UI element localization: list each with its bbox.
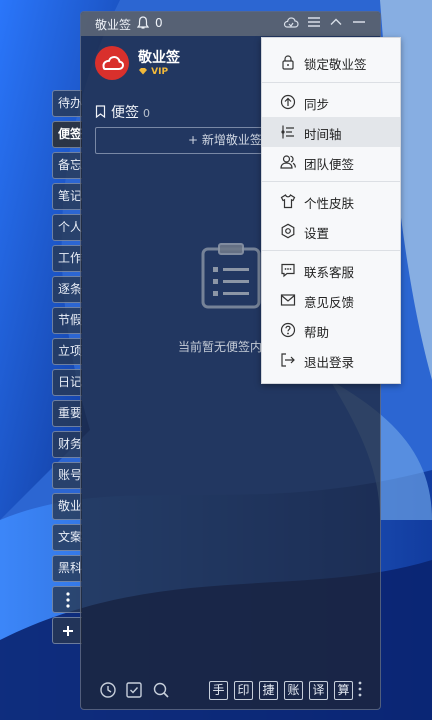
side-tab[interactable]: 账号 xyxy=(52,462,82,489)
menu-label: 退出登录 xyxy=(304,355,355,370)
menu-label: 个性皮肤 xyxy=(304,196,355,211)
menu-item-lock[interactable]: 锁定敬业签 xyxy=(262,47,400,77)
menu-label: 设置 xyxy=(304,226,330,241)
diamond-icon xyxy=(139,68,147,75)
plus-icon xyxy=(62,626,73,636)
title-bar: 敬业签 0 xyxy=(81,12,380,36)
notes-title: 便签 xyxy=(111,105,139,121)
empty-state-text: 当前暂无便签内容 xyxy=(178,340,275,354)
side-tab[interactable]: 财务 xyxy=(52,431,82,458)
lock-icon xyxy=(280,54,296,70)
cloud-sync-icon[interactable] xyxy=(283,15,299,31)
shortcut-button[interactable]: 捷 xyxy=(259,681,278,700)
menu-label: 团队便签 xyxy=(304,157,355,172)
cloud-logo-icon xyxy=(102,55,125,70)
menu-label: 联系客服 xyxy=(304,265,355,280)
main-dropdown-menu: 锁定敬业签 同步 时间轴 团队便签 个性皮肤 设置 联系客服 意见反馈 帮助 退… xyxy=(261,37,401,384)
side-tab[interactable]: 笔记 xyxy=(52,183,82,210)
menu-item-settings[interactable]: 设置 xyxy=(262,216,400,246)
collapse-icon[interactable] xyxy=(329,15,345,31)
search-icon[interactable] xyxy=(152,681,170,699)
calculator-button[interactable]: 算 xyxy=(334,681,353,700)
side-tab[interactable]: 敬业 xyxy=(52,493,82,520)
bottom-toolbar: 手 印 捷 账 译 算 xyxy=(81,677,380,707)
checkbox-icon[interactable] xyxy=(125,681,143,699)
side-tab[interactable]: 日记 xyxy=(52,369,82,396)
handwrite-button[interactable]: 手 xyxy=(209,681,228,700)
menu-item-support[interactable]: 联系客服 xyxy=(262,255,400,285)
team-icon xyxy=(280,154,296,170)
menu-item-logout[interactable]: 退出登录 xyxy=(262,345,400,375)
menu-divider xyxy=(262,181,400,182)
shirt-icon xyxy=(280,193,296,209)
sync-icon xyxy=(280,94,296,110)
menu-item-help[interactable]: 帮助 xyxy=(262,315,400,345)
side-tab[interactable]: 待办 xyxy=(52,90,82,117)
side-tab[interactable]: 文案 xyxy=(52,524,82,551)
minimize-icon[interactable] xyxy=(352,15,368,31)
ledger-button[interactable]: 账 xyxy=(284,681,303,700)
menu-item-skin[interactable]: 个性皮肤 xyxy=(262,186,400,216)
side-tab[interactable]: 立项 xyxy=(52,338,82,365)
menu-label: 时间轴 xyxy=(304,127,342,142)
side-tab[interactable]: 便签 xyxy=(52,121,82,148)
side-tab[interactable]: 逐条 xyxy=(52,276,82,303)
menu-icon[interactable] xyxy=(307,15,323,31)
menu-item-team[interactable]: 团队便签 xyxy=(262,147,400,177)
bell-icon[interactable] xyxy=(136,16,150,33)
side-tab[interactable]: 节假 xyxy=(52,307,82,334)
side-tab[interactable]: 备忘 xyxy=(52,152,82,179)
settings-icon xyxy=(280,223,296,239)
vip-label: VIP xyxy=(151,67,169,77)
menu-divider xyxy=(262,82,400,83)
menu-label: 帮助 xyxy=(304,325,330,340)
window-title: 敬业签 xyxy=(95,18,132,32)
user-name: 敬业签 xyxy=(138,50,180,66)
more-tabs-button[interactable] xyxy=(52,586,82,613)
mail-icon xyxy=(280,292,296,308)
chat-icon xyxy=(280,262,296,278)
side-tab[interactable]: 黑科 xyxy=(52,555,82,582)
logout-icon xyxy=(280,352,296,368)
menu-label: 同步 xyxy=(304,97,330,112)
empty-clipboard-icon xyxy=(201,243,261,313)
side-tab[interactable]: 重要 xyxy=(52,400,82,427)
notes-header: 便签 0 xyxy=(95,102,150,122)
timeline-icon xyxy=(280,124,296,140)
vip-badge: VIP xyxy=(138,67,168,77)
bookmark-icon xyxy=(95,105,106,119)
add-tab-button[interactable] xyxy=(52,617,82,644)
reminder-count: 0 xyxy=(155,16,163,30)
menu-label: 意见反馈 xyxy=(304,295,355,310)
menu-item-sync[interactable]: 同步 xyxy=(262,87,400,117)
notes-count: 0 xyxy=(143,107,150,120)
stamp-button[interactable]: 印 xyxy=(234,681,253,700)
clock-icon[interactable] xyxy=(99,681,117,699)
menu-item-timeline[interactable]: 时间轴 xyxy=(262,117,400,147)
side-tab[interactable]: 工作 xyxy=(52,245,82,272)
translate-button[interactable]: 译 xyxy=(309,681,328,700)
avatar[interactable] xyxy=(95,46,129,80)
more-vertical-icon[interactable] xyxy=(358,681,362,700)
side-tab[interactable]: 个人 xyxy=(52,214,82,241)
menu-label: 锁定敬业签 xyxy=(304,57,367,72)
help-icon xyxy=(280,322,296,338)
vertical-dots-icon xyxy=(65,592,70,608)
menu-divider xyxy=(262,250,400,251)
menu-item-feedback[interactable]: 意见反馈 xyxy=(262,285,400,315)
